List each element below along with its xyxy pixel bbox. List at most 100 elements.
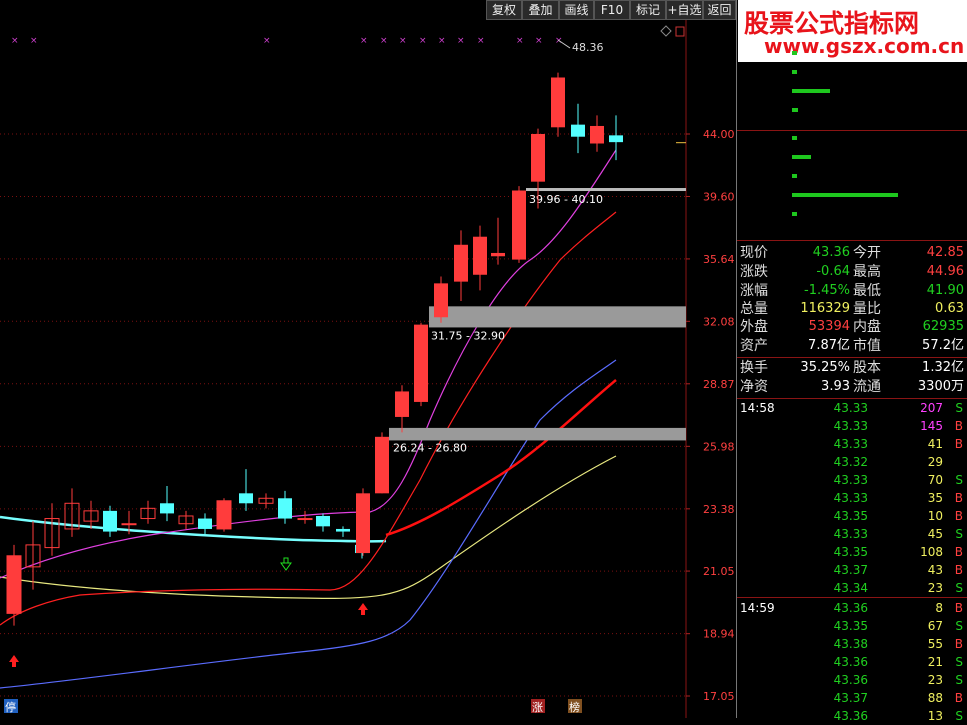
quote-l1: 换手 — [740, 360, 768, 376]
orderbook-row — [740, 44, 964, 62]
candle-body — [336, 528, 350, 532]
zone-label: 39.96 - 40.10 — [529, 193, 603, 206]
candle-body — [216, 500, 232, 530]
tick-vol: 108 — [920, 545, 943, 559]
candle — [44, 503, 60, 556]
orderbook-row — [740, 82, 964, 100]
candle — [454, 230, 468, 301]
candle — [571, 103, 585, 154]
panel-divider — [737, 597, 967, 598]
bottom-tag: 涨 — [532, 701, 543, 714]
candle-body — [121, 523, 137, 526]
high-label: 48.36 — [572, 41, 604, 54]
candle — [198, 513, 212, 535]
quote-v1: 53394 — [808, 319, 850, 334]
tick-time: 14:59 — [740, 601, 775, 615]
candle — [356, 488, 370, 556]
ma-line-2 — [0, 359, 617, 689]
tick-price: 43.32 — [833, 455, 868, 469]
candle-body — [375, 436, 389, 494]
toolbar-button-1[interactable]: 叠加 — [522, 0, 559, 20]
tick-price: 43.37 — [833, 563, 868, 577]
toolbar-button-0[interactable]: 复权 — [486, 0, 522, 20]
zone-32 — [429, 306, 686, 328]
candle-body — [356, 493, 370, 554]
tick-vol: 88 — [927, 691, 943, 705]
bottom-tag: 榜 — [569, 700, 580, 714]
orderbook-bar — [792, 174, 797, 178]
quote-v2: 1.32亿 — [922, 360, 964, 375]
signal-x-marker: × — [11, 36, 19, 46]
candle-body — [6, 555, 22, 614]
quote-l1: 资产 — [740, 338, 768, 354]
panel-divider — [737, 398, 967, 399]
tick-time: 14:58 — [740, 401, 775, 415]
quote-v2: 41.90 — [926, 283, 964, 298]
quote-l1: 净资 — [740, 379, 768, 395]
signal-x-marker: × — [380, 36, 388, 46]
candle-body — [473, 236, 487, 275]
candle — [216, 498, 232, 532]
orderbook-bar — [792, 155, 811, 159]
toolbar-button-6[interactable]: 返回 — [703, 0, 736, 20]
candle-body — [198, 518, 212, 529]
quote-v2: 3300万 — [917, 379, 964, 394]
tick-side: S — [955, 473, 963, 487]
tick-side: S — [955, 401, 963, 415]
tick-side: S — [955, 619, 963, 633]
buy-arrow-icon — [9, 655, 19, 667]
tick-price: 43.36 — [833, 655, 868, 669]
orderbook-bar — [792, 136, 797, 140]
price-label: 17.05 — [703, 690, 735, 703]
candle — [25, 521, 41, 590]
candle — [278, 490, 292, 524]
orderbook-row — [740, 205, 964, 223]
price-label: 44.00 — [703, 128, 735, 141]
quote-l2: 内盘 — [853, 319, 881, 335]
quote-l2: 最高 — [853, 264, 881, 280]
kline-chart[interactable]: 39.96 - 40.1031.75 - 32.9026.24 - 26.80 … — [0, 0, 736, 718]
toolbar-button-3[interactable]: F10 — [594, 0, 630, 20]
quote-l2: 今开 — [853, 245, 881, 261]
signal-x-marker: × — [263, 36, 271, 46]
tick-vol: 207 — [920, 401, 943, 415]
zone-26 — [389, 427, 686, 441]
candle-body — [454, 244, 468, 282]
tick-vol: 29 — [927, 455, 943, 469]
toolbar-button-5[interactable]: +自选 — [666, 0, 703, 20]
quote-v1: -1.45% — [804, 283, 850, 298]
candle — [551, 72, 565, 137]
tick-price: 43.37 — [833, 691, 868, 705]
diamond-icon — [660, 25, 672, 37]
candle-body — [297, 518, 313, 521]
orderbook-row — [740, 148, 964, 166]
orderbook-bar — [792, 89, 830, 93]
candle — [297, 510, 313, 524]
quote-v1: -0.64 — [816, 264, 850, 279]
candle — [590, 115, 604, 152]
candle-body — [278, 498, 292, 519]
candle — [336, 526, 350, 537]
tick-vol: 70 — [927, 473, 943, 487]
tick-side: S — [955, 655, 963, 669]
orderbook-bar — [792, 212, 797, 216]
candle — [316, 513, 330, 532]
candle-body — [531, 134, 545, 182]
tick-price: 43.34 — [833, 581, 868, 595]
candle — [512, 186, 526, 263]
tick-vol: 67 — [927, 619, 943, 633]
tick-vol: 35 — [927, 491, 943, 505]
tick-price: 43.36 — [833, 709, 868, 723]
tick-vol: 13 — [927, 709, 943, 723]
quote-l1: 涨幅 — [740, 283, 768, 299]
price-label: 28.87 — [703, 378, 735, 391]
candle-body — [103, 510, 117, 532]
orderbook-bar — [792, 70, 797, 74]
candle-body — [434, 283, 448, 318]
candle — [178, 510, 194, 529]
tick-vol: 23 — [927, 673, 943, 687]
quote-v1: 35.25% — [800, 360, 850, 375]
panel-divider — [737, 357, 967, 358]
toolbar-button-4[interactable]: 标记 — [630, 0, 666, 20]
toolbar-button-2[interactable]: 画线 — [559, 0, 594, 20]
